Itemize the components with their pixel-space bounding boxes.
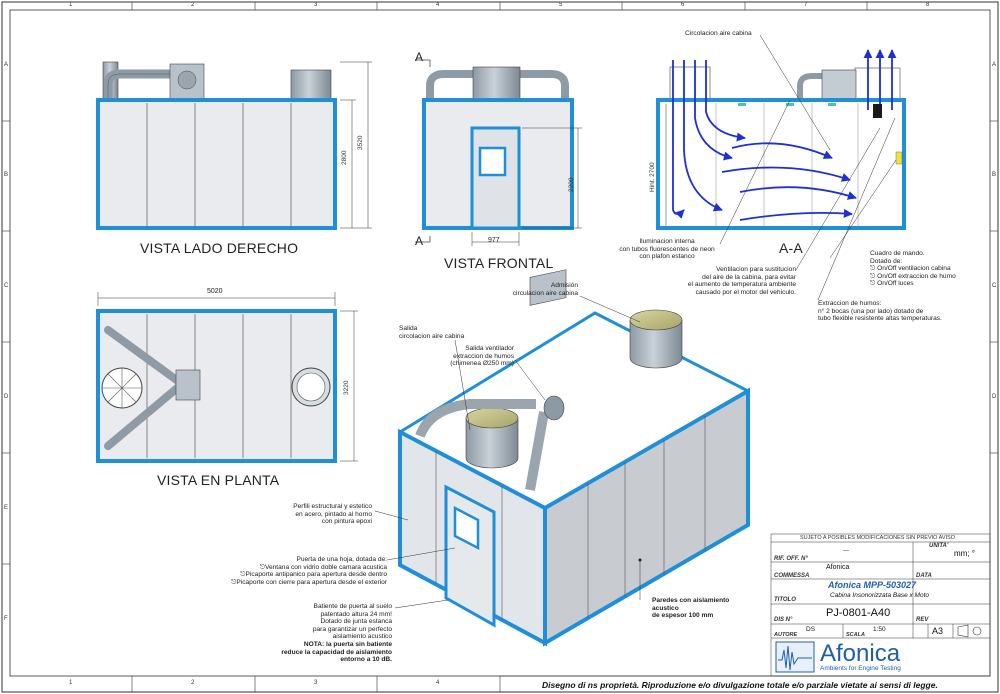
tb-logo-name: Afonica bbox=[820, 640, 901, 667]
grid-row-a-right: A bbox=[992, 62, 997, 68]
tb-titolo-label: TITOLO bbox=[774, 597, 796, 603]
note-threshold: Batiente de puerta al suelo patentado al… bbox=[281, 603, 392, 664]
copyright-notice: Disegno di ns proprietà. Riproduzione e/… bbox=[542, 680, 938, 690]
iso-door bbox=[444, 484, 496, 628]
grid-col-7: 7 bbox=[804, 2, 808, 8]
side-dim-total: 3520 bbox=[357, 135, 364, 150]
tb-logo-tagline: Ambients for Engine Testing bbox=[820, 665, 901, 672]
front-view-title: VISTA FRONTAL bbox=[444, 255, 554, 271]
section-view-title: A-A bbox=[779, 240, 803, 256]
note-door: Puerta de una hoja, dotada de: ⎋Ventana … bbox=[231, 556, 387, 586]
front-door-window bbox=[478, 146, 507, 177]
grid-col-5: 5 bbox=[559, 2, 563, 8]
note-outlet: Salida circolacion aire cabina bbox=[399, 325, 465, 340]
note-profiles: Perfili estructural y estetico en acero,… bbox=[293, 503, 372, 526]
tb-rif-value: --- bbox=[843, 548, 849, 554]
section-label-air-circulation: Circolacion aire cabina bbox=[685, 30, 752, 37]
front-door bbox=[470, 126, 521, 230]
tb-dis-label: DIS N° bbox=[774, 617, 793, 623]
plan-dim-width: 5020 bbox=[207, 288, 223, 295]
front-dim-height: 2200 bbox=[568, 177, 575, 192]
grid-col-3: 3 bbox=[314, 2, 318, 8]
grid-col-1: 1 bbox=[69, 2, 73, 8]
grid-row-d: D bbox=[4, 394, 9, 400]
note-control-panel: Cuadro de mando. Dotado de: ⎋ On/Off ven… bbox=[870, 250, 956, 288]
plan-dim-depth: 3220 bbox=[343, 380, 350, 395]
tb-titolo-value: Cabina Insonorizzata Base x Moto bbox=[830, 592, 929, 599]
tb-format: A3 bbox=[932, 626, 944, 636]
grid-row-d-right: D bbox=[992, 394, 997, 400]
tb-autore-label: AUTORE bbox=[774, 632, 798, 638]
plan-view bbox=[96, 292, 358, 463]
grid-row-b-right: B bbox=[992, 172, 997, 178]
tb-unit-label: UNITA' bbox=[929, 543, 949, 549]
note-fan: Salida ventilador extraccion de humos (c… bbox=[450, 345, 514, 368]
tb-scala-label: SCALA bbox=[846, 632, 865, 638]
tb-product: Afonica MPP-503027 bbox=[828, 580, 917, 590]
cabin-side-body bbox=[96, 98, 337, 230]
tb-header: SUJETO A POSIBLES MODIFICACIONES SIN PRE… bbox=[800, 535, 956, 541]
side-view bbox=[96, 61, 372, 230]
grid-col-2-bottom: 2 bbox=[191, 680, 195, 686]
grid-col-8: 8 bbox=[926, 2, 930, 8]
grid-row-a: A bbox=[4, 62, 9, 68]
tb-dis-value: PJ-0801-A40 bbox=[826, 607, 891, 619]
tb-unit-value: mm; ° bbox=[954, 549, 975, 558]
note-ventilation: Ventilacion para sustitucion del aire de… bbox=[687, 266, 796, 296]
side-dim-body: 2800 bbox=[341, 150, 348, 165]
tb-autore-value: DS bbox=[806, 626, 816, 633]
front-dim-width: 977 bbox=[488, 237, 500, 244]
tb-data-label: DATA bbox=[916, 573, 932, 579]
tb-rif-label: RIF. OFF. N° bbox=[774, 556, 808, 562]
grid-col-3-bottom: 3 bbox=[314, 680, 318, 686]
tb-commessa-value: Afonica bbox=[826, 564, 850, 571]
section-marker-bottom: A bbox=[415, 234, 424, 248]
grid-col-4-bottom: 4 bbox=[436, 680, 440, 686]
section-dim-height: Hint. 2700 bbox=[649, 162, 656, 192]
tb-commessa-label: COMMESSA bbox=[774, 573, 810, 579]
note-walls: Paredes con aislamiento acustico de espe… bbox=[652, 597, 730, 620]
front-view bbox=[415, 59, 582, 246]
plan-view-title: VISTA EN PLANTA bbox=[157, 472, 280, 488]
grid-col-1-bottom: 1 bbox=[69, 680, 73, 686]
note-lighting: Iluminacion interna con tubos fluorescen… bbox=[619, 238, 715, 261]
projection-symbol-icon bbox=[957, 624, 982, 638]
side-view-title: VISTA LADO DERECHO bbox=[140, 240, 299, 256]
grid-row-e: E bbox=[4, 505, 9, 511]
grid-col-6: 6 bbox=[681, 2, 685, 8]
grid-row-f: F bbox=[4, 616, 8, 622]
tb-rev-label: REV bbox=[916, 617, 929, 623]
chimney-cylinder bbox=[290, 69, 332, 103]
note-admission: Admisión circulacion aire cabina bbox=[512, 282, 578, 297]
grid-row-b: B bbox=[4, 172, 9, 178]
grid-row-c: C bbox=[4, 283, 9, 289]
grid-row-c-right: C bbox=[992, 283, 997, 289]
section-marker-top: A bbox=[415, 50, 424, 64]
grid-col-2: 2 bbox=[191, 2, 195, 8]
grid-col-4: 4 bbox=[436, 2, 440, 8]
tb-scala-value: 1:50 bbox=[873, 626, 886, 633]
logo-waveform-icon bbox=[775, 641, 815, 673]
note-extraction: Extraccion de humos: n° 2 bocas (una por… bbox=[818, 300, 942, 323]
control-panel bbox=[895, 151, 903, 165]
